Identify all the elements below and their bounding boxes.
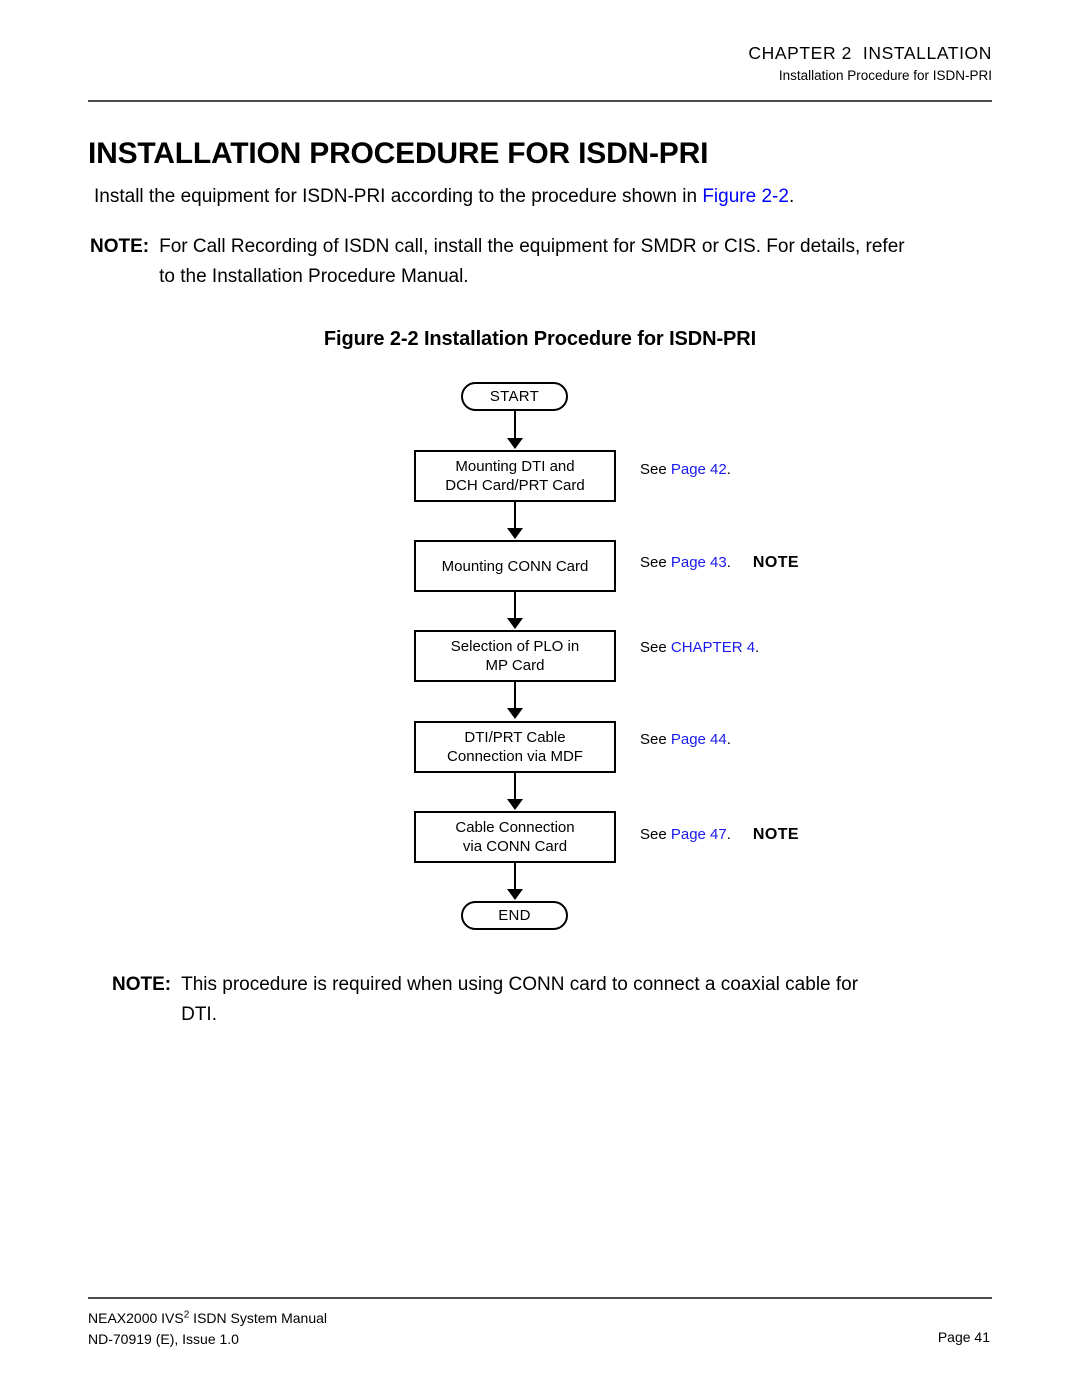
flow-arrow-3-4 (507, 708, 523, 719)
flow-step-label-3: Selection of PLO in MP Card (450, 638, 580, 674)
footer-doc-id: ND-70919 (E), Issue 1.0 (88, 1331, 239, 1347)
note-bottom: NOTE: This procedure is required when us… (112, 970, 990, 1030)
see-link-5[interactable]: Page 47 (671, 826, 727, 843)
flow-connector-2-3 (514, 592, 516, 620)
flow-step-box-1: Mounting DTI and DCH Card/PRT Card (414, 450, 616, 502)
flow-step-box-3: Selection of PLO in MP Card (414, 630, 616, 682)
see-prefix-3: See (640, 639, 671, 656)
see-link-3[interactable]: CHAPTER 4 (671, 639, 755, 656)
flow-step-box-2: Mounting CONN Card (414, 540, 616, 592)
footer-manual-title: NEAX2000 IVS2 ISDN System Manual (88, 1308, 327, 1329)
see-prefix-5: See (640, 826, 671, 843)
flow-side-note-3: See CHAPTER 4. (640, 639, 759, 656)
flow-connector-5-end (514, 863, 516, 891)
flow-arrow-2-3 (507, 618, 523, 629)
flow-step-box-4: DTI/PRT Cable Connection via MDF (414, 721, 616, 773)
footer-manual-pre: NEAX2000 IVS (88, 1310, 184, 1326)
flow-start-label: START (489, 388, 540, 405)
flow-connector-1-2 (514, 502, 516, 530)
flow-step-label-2: Mounting CONN Card (441, 557, 589, 575)
see-link-1[interactable]: Page 42 (671, 461, 727, 478)
footer-manual-post: ISDN System Manual (189, 1310, 328, 1326)
flow-side-note-5: See Page 47. NOTE (640, 826, 799, 844)
flow-side-note-4: See Page 44. (640, 731, 731, 748)
flow-step-label-1: Mounting DTI and DCH Card/PRT Card (445, 458, 585, 494)
flow-end-label: END (498, 907, 531, 924)
flow-start-node: START (461, 382, 568, 411)
flowchart: START Mounting DTI and DCH Card/PRT Card… (0, 0, 1080, 1397)
see-suffix-3: . (755, 639, 760, 656)
note-bottom-line1: This procedure is required when using CO… (181, 974, 859, 995)
see-link-4[interactable]: Page 44 (671, 731, 727, 748)
flow-step-label-4: DTI/PRT Cable Connection via MDF (447, 729, 583, 765)
note-bottom-line2: DTI. (181, 1004, 217, 1025)
see-prefix-2: See (640, 554, 671, 571)
flow-step-box-5: Cable Connection via CONN Card (414, 811, 616, 863)
see-suffix-2: . (726, 554, 731, 571)
flow-step-label-5: Cable Connection via CONN Card (455, 819, 575, 855)
see-suffix-1: . (726, 461, 731, 478)
see-suffix-4: . (726, 731, 731, 748)
see-prefix-1: See (640, 461, 671, 478)
flow-arrow-start-1 (507, 438, 523, 449)
flow-arrow-4-5 (507, 799, 523, 810)
flow-arrow-1-2 (507, 528, 523, 539)
note-bottom-body: This procedure is required when using CO… (171, 970, 990, 1030)
see-link-2[interactable]: Page 43 (671, 554, 727, 571)
flow-end-node: END (461, 901, 568, 930)
flow-connector-start-1 (514, 411, 516, 440)
flow-note-tag-2: NOTE (752, 554, 799, 571)
footer-divider (88, 1297, 992, 1299)
flow-connector-4-5 (514, 773, 516, 801)
footer-manual-info: NEAX2000 IVS2 ISDN System Manual ND-7091… (88, 1308, 327, 1350)
flow-side-note-2: See Page 43. NOTE (640, 554, 799, 572)
flow-note-tag-5: NOTE (752, 826, 799, 843)
note-bottom-label: NOTE: (112, 974, 172, 995)
document-page: CHAPTER 2 INSTALLATION Installation Proc… (0, 0, 1080, 1397)
flow-connector-3-4 (514, 682, 516, 710)
flow-side-note-1: See Page 42. (640, 461, 731, 478)
see-prefix-4: See (640, 731, 671, 748)
see-suffix-5: . (726, 826, 731, 843)
footer-page-number: Page 41 (937, 1329, 990, 1345)
flow-arrow-5-end (507, 889, 523, 900)
